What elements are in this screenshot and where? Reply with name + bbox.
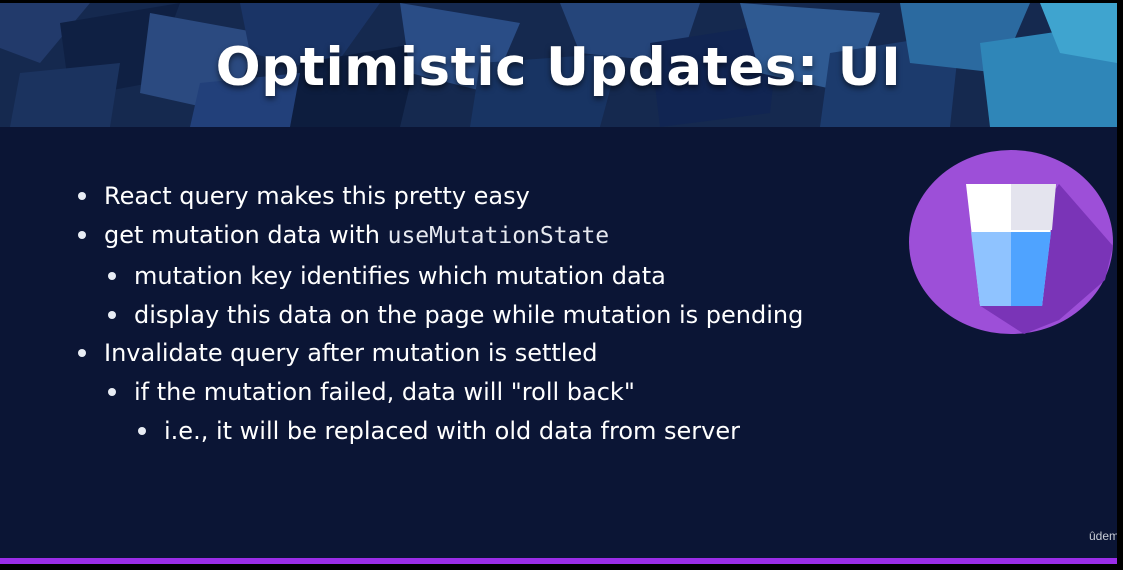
slide-header-banner: Optimistic Updates: UI <box>0 3 1117 127</box>
bullet-text: i.e., it will be replaced with old data … <box>164 417 740 445</box>
bullet-dot <box>78 231 86 239</box>
bullet-item: React query makes this pretty easy <box>78 182 530 210</box>
bullet-text: get mutation data with <box>104 221 388 249</box>
bullet-dot <box>108 311 116 319</box>
react-query-glass-icon <box>909 150 1113 334</box>
bullet-dot <box>78 192 86 200</box>
right-frame-edge <box>1117 0 1123 570</box>
bullet-dot <box>138 427 146 435</box>
sub-bullet-item: if the mutation failed, data will "roll … <box>108 378 635 406</box>
bullet-text: React query makes this pretty easy <box>104 182 530 210</box>
sub-bullet-item: mutation key identifies which mutation d… <box>108 262 666 290</box>
bullet-item: get mutation data with useMutationState <box>78 221 610 249</box>
bullet-code: useMutationState <box>387 223 610 249</box>
sub-bullet-item: display this data on the page while muta… <box>108 301 804 329</box>
bullet-text: Invalidate query after mutation is settl… <box>104 339 598 367</box>
bullet-dot <box>78 349 86 357</box>
slide-title: Optimistic Updates: UI <box>215 37 902 98</box>
sub-sub-bullet-item: i.e., it will be replaced with old data … <box>138 417 740 445</box>
bullet-item: Invalidate query after mutation is settl… <box>78 339 598 367</box>
bullet-dot <box>108 388 116 396</box>
bullet-text: mutation key identifies which mutation d… <box>134 262 666 290</box>
bullet-text: display this data on the page while muta… <box>134 301 804 329</box>
bottom-frame-edge <box>0 564 1123 570</box>
bullet-dot <box>108 272 116 280</box>
bullet-text: if the mutation failed, data will "roll … <box>134 378 635 406</box>
